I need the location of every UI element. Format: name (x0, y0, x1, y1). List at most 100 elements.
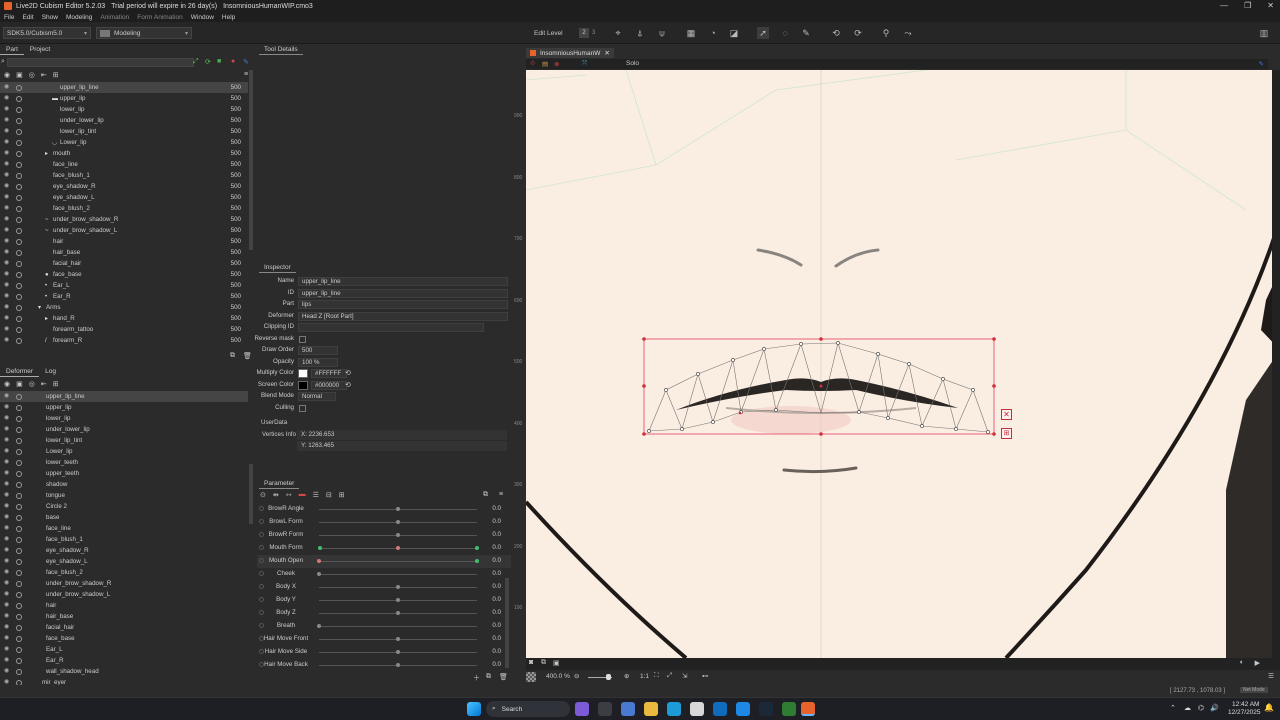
parameter-value[interactable]: 0.0 (492, 505, 501, 512)
eye-icon[interactable]: ◉ (4, 150, 10, 156)
param-unlink-icon[interactable]: ⇿ (286, 491, 292, 499)
deformer-visibility-icon[interactable]: ◉ (4, 380, 10, 388)
zoom-out-icon[interactable]: ⊖ (574, 672, 579, 680)
parameter-row[interactable]: Mouth Form 0.0 (257, 542, 511, 555)
lock-toggle-icon[interactable] (16, 503, 22, 510)
color-value[interactable]: #FFFFFF (311, 369, 347, 378)
trash-icon[interactable]: 🗑 (243, 352, 252, 360)
eye-icon[interactable]: ◉ (4, 404, 10, 410)
arrow-select-icon[interactable]: ➚ (757, 27, 769, 39)
deformer-row[interactable]: ◉ Lower_lip (0, 446, 248, 457)
workspace-icon[interactable]: ▥ (1258, 27, 1270, 39)
parameter-slider[interactable] (319, 561, 477, 562)
deformer-row[interactable]: ◉ face_blush_1 (0, 534, 248, 545)
parameter-slider-handle[interactable] (317, 559, 321, 563)
parameter-value[interactable]: 0.0 (492, 661, 501, 668)
zoom-in-icon[interactable]: ⊕ (624, 672, 629, 680)
part-row[interactable]: ◉ ~ under_brow_shadow_R 500 (0, 214, 248, 225)
parameter-value[interactable]: 0.0 (492, 596, 501, 603)
fit-screen-icon[interactable]: ⛶ (654, 672, 659, 680)
deformer-row[interactable]: ◉ tongue (0, 490, 248, 501)
pin-icon[interactable]: ⚲ (880, 27, 892, 39)
clock-date[interactable]: 12/27/2025 (1228, 709, 1261, 716)
part-row[interactable]: ◉ face_line 500 (0, 159, 248, 170)
tab-part[interactable]: Part (0, 45, 24, 55)
lock-toggle-icon[interactable] (16, 293, 22, 300)
lock-toggle-icon[interactable] (16, 624, 22, 631)
inspector-value[interactable] (298, 323, 484, 332)
notification-icon[interactable]: 🔔 (1264, 703, 1274, 712)
eye-icon[interactable]: ◉ (4, 668, 10, 674)
param-play-icon[interactable]: ⊙ (260, 491, 266, 499)
transform-icon[interactable]: ⟲ (830, 27, 842, 39)
tab-project[interactable]: Project (24, 45, 56, 55)
reset-color-icon[interactable]: ⟲ (345, 369, 351, 377)
view-fit-icon[interactable]: ⤧ (582, 60, 587, 68)
menu-show[interactable]: Show (42, 14, 58, 21)
menu-help[interactable]: Help (222, 14, 235, 21)
taskbar-search[interactable]: ⌕ Search (486, 701, 570, 717)
lock-toggle-icon[interactable] (16, 415, 22, 422)
eye-icon[interactable]: ◉ (4, 514, 10, 520)
glue-icon[interactable]: ◪ (728, 27, 740, 39)
parameter-slider-handle[interactable] (396, 663, 400, 667)
mesh-edit-icon[interactable]: ⍋ (634, 27, 646, 39)
parameter-slider[interactable] (319, 574, 477, 575)
eye-icon[interactable]: ◉ (4, 459, 10, 465)
part-row[interactable]: ◉ under_lower_lip 500 (0, 115, 248, 126)
part-row[interactable]: ◉ hair 500 (0, 236, 248, 247)
part-row[interactable]: ◉ ▸ mouth 500 (0, 148, 248, 159)
connect-icon[interactable]: ⤳ (902, 27, 914, 39)
parameter-value[interactable]: 0.0 (492, 648, 501, 655)
zoom-ratio[interactable]: 1:1 (640, 673, 649, 680)
deformer-row[interactable]: ◉ face_line (0, 523, 248, 534)
fit-width-icon[interactable]: ⤢ (667, 672, 672, 680)
close-icon[interactable]: ✕ (1267, 1, 1274, 10)
eye-icon[interactable]: ◉ (4, 271, 10, 277)
inspector-value[interactable]: 100 % (298, 357, 338, 367)
menu-modeling[interactable]: Modeling (66, 14, 92, 21)
lock-toggle-icon[interactable] (16, 613, 22, 620)
parameter-scrollbar[interactable] (505, 578, 509, 668)
close-tab-icon[interactable]: ✕ (604, 49, 609, 57)
tab-deformer[interactable]: Deformer (0, 367, 40, 377)
deformer-collapse-icon[interactable]: ⇤ (41, 380, 47, 388)
parameter-value[interactable]: 0.0 (492, 609, 501, 616)
parameter-value[interactable]: 0.0 (492, 570, 501, 577)
lock-toggle-icon[interactable] (16, 326, 22, 333)
eye-icon[interactable]: ◉ (4, 205, 10, 211)
remove-part-icon[interactable]: ● (231, 58, 235, 65)
param-copy-icon[interactable]: ⧉ (483, 491, 488, 499)
part-search-input[interactable] (7, 58, 194, 67)
lock-toggle-icon[interactable] (16, 558, 22, 565)
eye-icon[interactable]: ◉ (4, 448, 10, 454)
lock-toggle-icon[interactable] (16, 205, 22, 212)
eye-icon[interactable]: ◉ (4, 646, 10, 652)
lock-toggle-icon[interactable] (16, 227, 22, 234)
visibility-icon[interactable]: ◉ (4, 71, 10, 79)
userdata-toggle[interactable]: UserData (261, 419, 287, 426)
parameter-slider-handle[interactable] (396, 507, 400, 511)
maximize-icon[interactable]: ❐ (1244, 1, 1251, 10)
copilot-icon[interactable] (575, 702, 589, 716)
menu-file[interactable]: File (4, 14, 14, 21)
inspector-value[interactable]: Head Z [Root Part] (298, 311, 508, 321)
eye-icon[interactable]: ◉ (4, 326, 10, 332)
eye-icon[interactable]: ◉ (4, 393, 10, 399)
deform-path-icon[interactable]: ⌖ (612, 27, 624, 39)
deformer-row[interactable]: ◉ Circle 2 (0, 501, 248, 512)
eye-icon[interactable]: ◉ (4, 525, 10, 531)
lock-toggle-icon[interactable] (16, 393, 22, 400)
param-list-icon[interactable]: ☰ (313, 491, 319, 499)
part-row[interactable]: ◉ ▬ upper_lip 500 (0, 93, 248, 104)
lasso-icon[interactable]: ◌ (779, 27, 791, 39)
parameter-slider-handle[interactable] (396, 533, 400, 537)
view-pen-icon[interactable]: ✎ (1259, 60, 1264, 68)
eye-icon[interactable]: ◉ (4, 536, 10, 542)
deformer-row[interactable]: ◉ under_brow_shadow_L (0, 589, 248, 600)
part-scrollbar[interactable] (249, 70, 253, 250)
parameter-row[interactable]: Body Z 0.0 (257, 607, 511, 620)
eye-icon[interactable]: ◉ (4, 547, 10, 553)
part-row[interactable]: ◉ ● face_base 500 (0, 269, 248, 280)
parameter-row[interactable]: Cheek 0.0 (257, 568, 511, 581)
